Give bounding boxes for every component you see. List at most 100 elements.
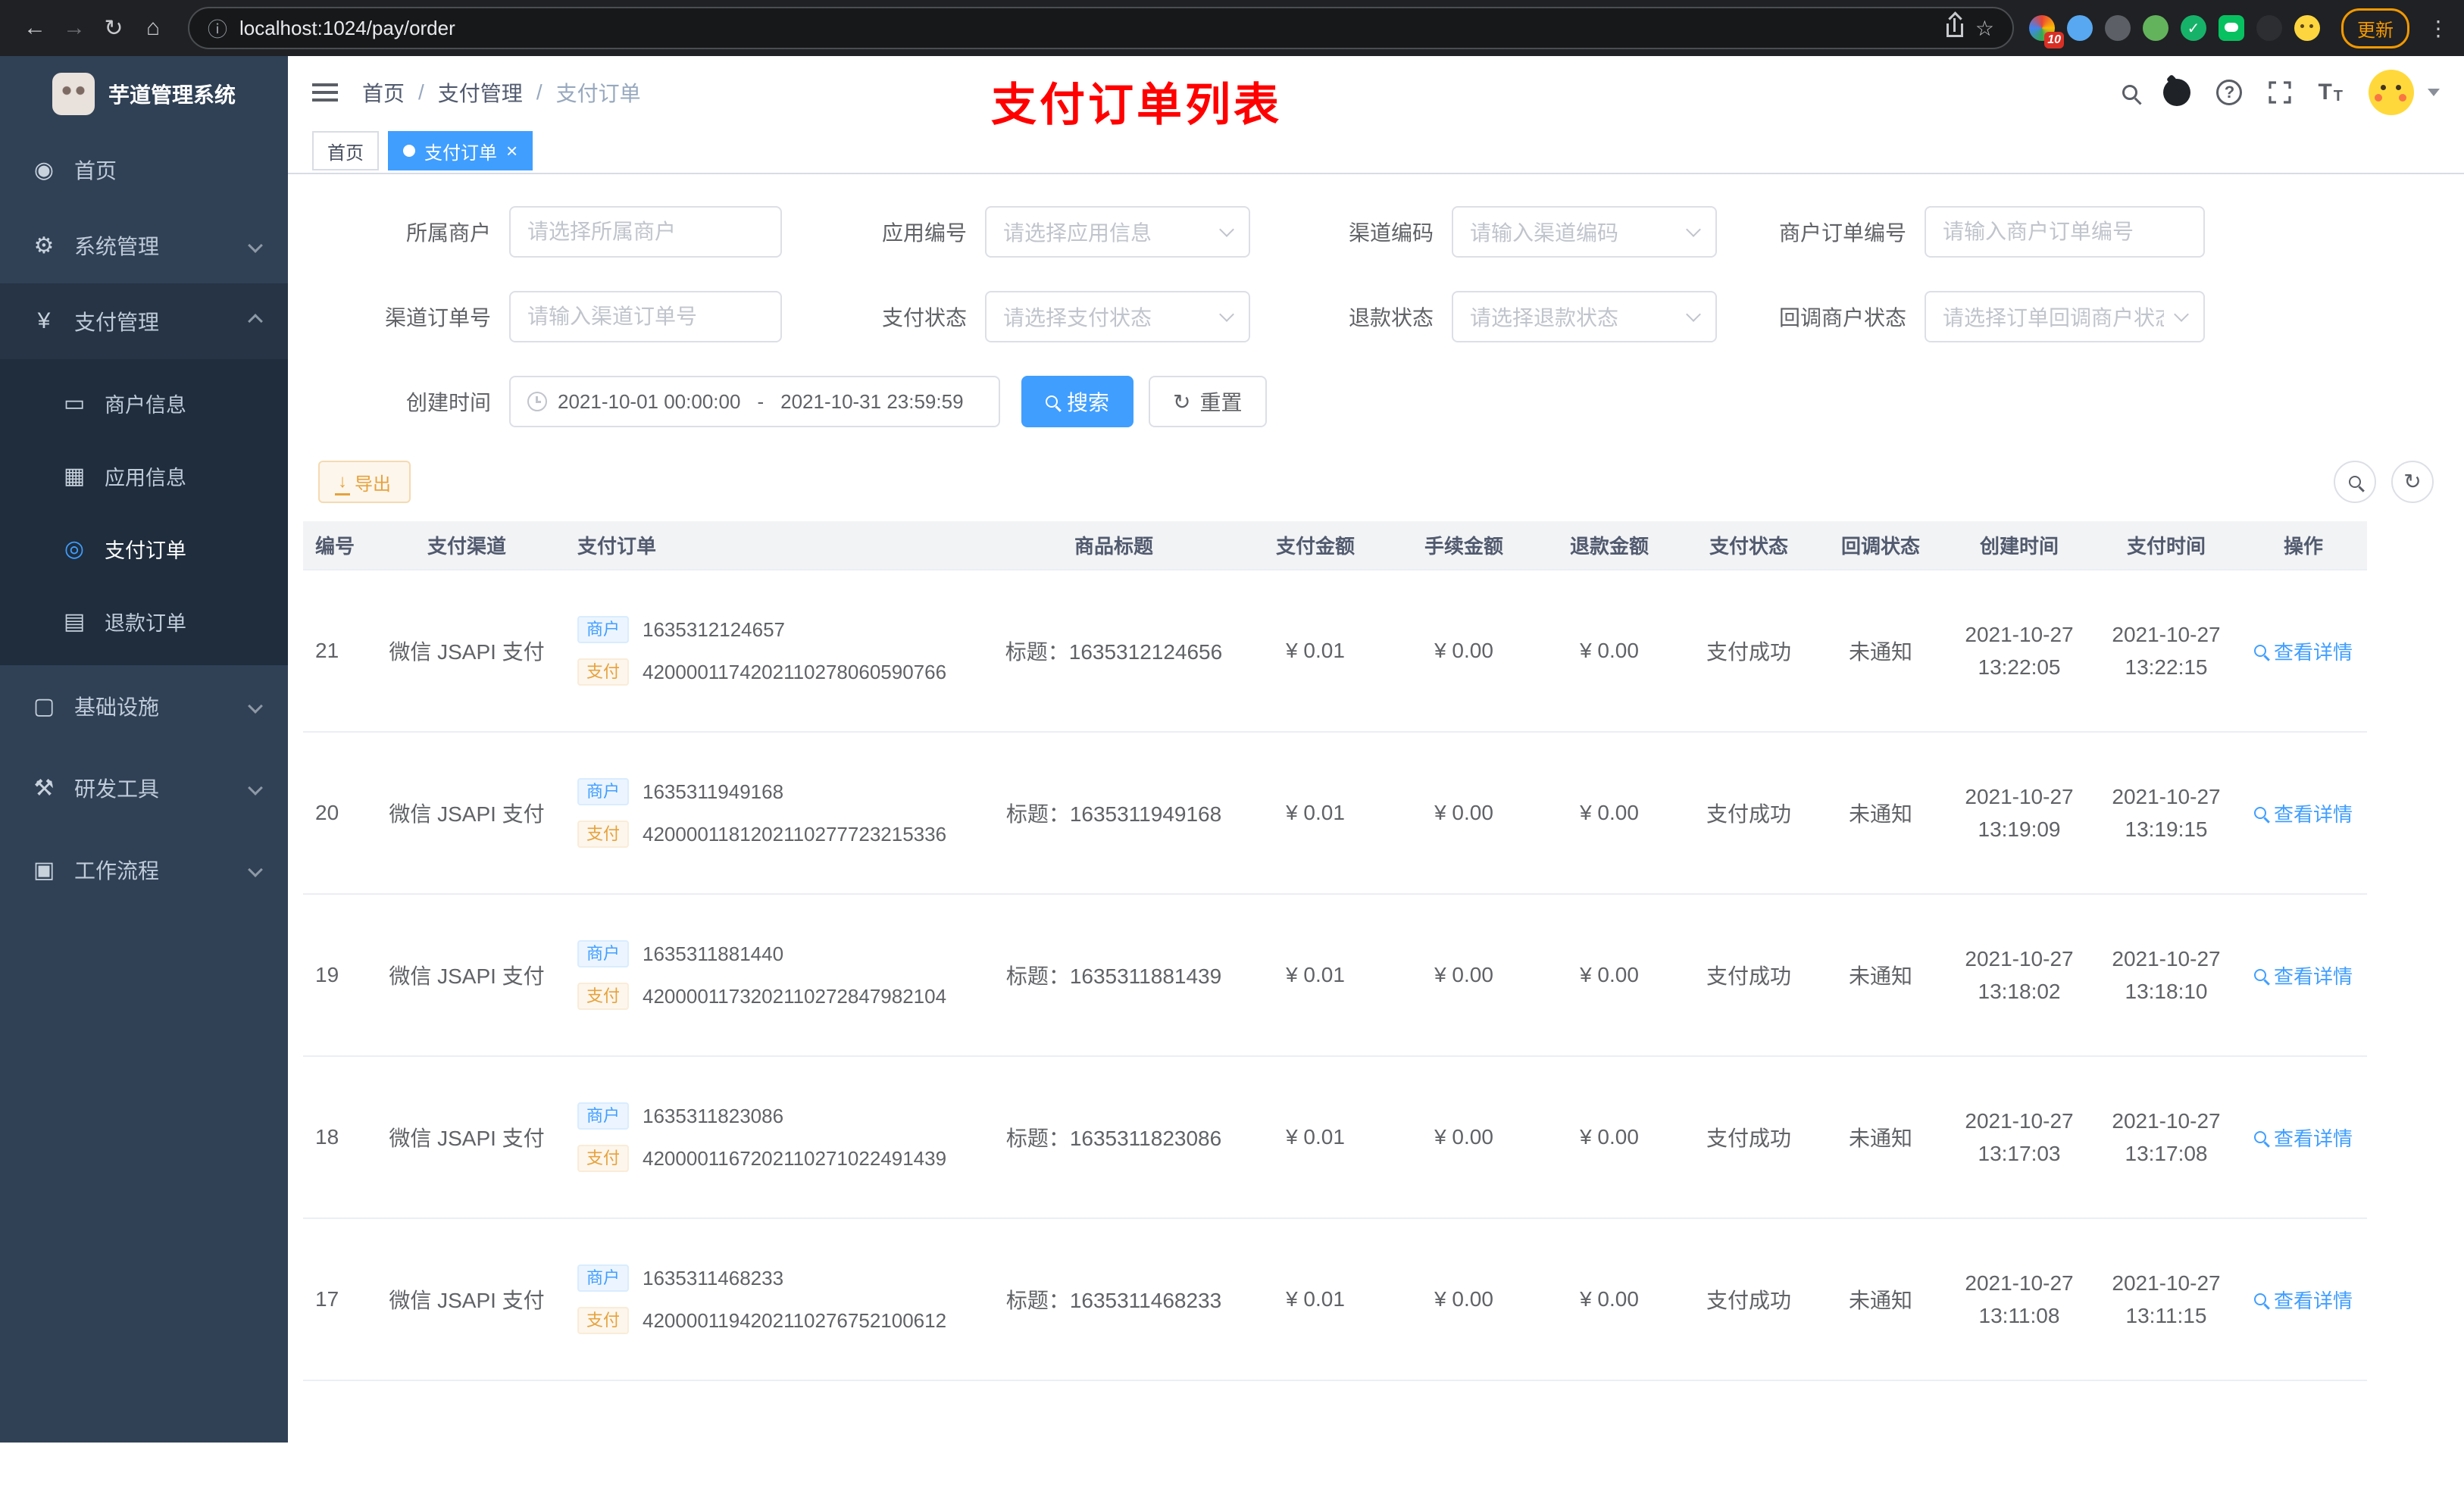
pay-order-cell: 商户 1635311823086 支付 4200001167202110271022… (552, 1056, 988, 1219)
browser-menu-icon[interactable]: ⋮ (2428, 16, 2449, 41)
sidebar-item-infra[interactable]: ▢ 基础设施 (0, 665, 288, 747)
channel-code-select[interactable]: 请输入渠道编码 (1452, 206, 1717, 258)
notify-status-select[interactable]: 请选择订单回调商户状态 (1925, 291, 2205, 342)
sidebar-item-label: 研发工具 (74, 777, 160, 801)
fee-amount: ¥ 0.00 (1391, 732, 1537, 895)
search-button[interactable]: 搜索 (1021, 376, 1134, 427)
bookmark-star-icon[interactable]: ☆ (1975, 16, 1994, 41)
pay-channel: 微信 JSAPI 支付 (382, 570, 552, 733)
github-icon[interactable] (2163, 79, 2191, 106)
sidebar-item-label: 退款订单 (105, 611, 186, 635)
sidebar-item-devtools[interactable]: ⚒ 研发工具 (0, 747, 288, 829)
order-id: 17 (303, 1218, 382, 1381)
sidebar-item-refund-order[interactable]: ▤ 退款订单 (0, 585, 288, 658)
breadcrumb-home[interactable]: 首页 (362, 77, 405, 108)
breadcrumb-parent[interactable]: 支付管理 (438, 77, 523, 108)
pay-channel: 微信 JSAPI 支付 (382, 732, 552, 895)
date-start[interactable]: 2021-10-01 00:00:00 (558, 390, 740, 414)
merchant-order-no: 1635311949168 (643, 780, 784, 803)
close-icon[interactable]: × (506, 141, 518, 161)
font-size-icon[interactable]: TT (2318, 81, 2343, 105)
pay-order-cell: 商户 1635311468233 支付 4200001194202110276752… (552, 1218, 988, 1381)
back-icon[interactable]: ← (15, 8, 55, 48)
hamburger-icon[interactable] (312, 83, 338, 102)
goods-title: 标题：1635312124656 (988, 570, 1240, 733)
view-detail-link[interactable]: 查看详情 (2253, 1286, 2353, 1314)
merchant-tag: 商户 (577, 616, 630, 643)
create-time-label: 创建时间 (405, 391, 491, 414)
fullscreen-icon[interactable] (2268, 80, 2292, 105)
channel-order-no-label: 渠道订单号 (384, 306, 491, 330)
date-end[interactable]: 2021-10-31 23:59:59 (780, 390, 963, 414)
refresh-table-button[interactable]: ↻ (2391, 461, 2434, 503)
notify-status-label: 回调商户状态 (1778, 306, 1906, 330)
pay-tag: 支付 (577, 983, 630, 1010)
view-detail-link[interactable]: 查看详情 (2253, 961, 2353, 989)
help-icon[interactable]: ? (2216, 80, 2243, 105)
refund-status-select[interactable]: 请选择退款状态 (1452, 291, 1717, 342)
sidebar-item-system[interactable]: ⚙ 系统管理 (0, 208, 288, 283)
owner-input[interactable] (509, 206, 782, 258)
merchant-tag: 商户 (577, 778, 630, 805)
view-detail-link[interactable]: 查看详情 (2253, 799, 2353, 827)
gear-icon: ⚙ (33, 233, 55, 258)
user-avatar[interactable] (2369, 70, 2414, 115)
extension-icon-dark[interactable] (2256, 15, 2282, 41)
tab-pay-order[interactable]: 支付订单 × (388, 131, 533, 170)
extension-icon-blue[interactable] (2067, 15, 2093, 41)
address-bar[interactable]: ⓘ localhost:1024/pay/order ☆ (188, 7, 2014, 49)
extension-icon-check[interactable]: ✓ (2181, 15, 2206, 41)
browser-update-button[interactable]: 更新 (2341, 8, 2409, 48)
share-icon[interactable] (1946, 18, 1963, 37)
channel-order-no-input[interactable] (509, 291, 782, 342)
create-time-range-picker[interactable]: 2021-10-01 00:00:00 - 2021-10-31 23:59:5… (509, 376, 1000, 427)
reload-icon[interactable]: ↻ (94, 8, 133, 48)
extension-icon-chat[interactable] (2219, 15, 2244, 41)
select-placeholder: 请选择订单回调商户状态 (1943, 306, 2164, 330)
merchant-tag: 商户 (577, 1102, 630, 1130)
refund-amount: ¥ 0.00 (1537, 1218, 1682, 1381)
search-icon (1046, 395, 1058, 408)
sidebar-item-app-info[interactable]: ▦ 应用信息 (0, 439, 288, 512)
app-no-select[interactable]: 请选择应用信息 (985, 206, 1250, 258)
tab-home[interactable]: 首页 (312, 131, 379, 170)
sidebar-item-merchant-info[interactable]: ▭ 商户信息 (0, 367, 288, 439)
fee-amount: ¥ 0.00 (1391, 1056, 1537, 1219)
export-button[interactable]: ↓ 导出 (318, 461, 411, 503)
order-id: 18 (303, 1056, 382, 1219)
sidebar-item-pay-order[interactable]: ◎ 支付订单 (0, 512, 288, 585)
export-button-label: 导出 (355, 474, 391, 495)
main-area: 首页 / 支付管理 / 支付订单 支付订单列表 ? TT 首页 支付订单 × 所… (288, 56, 2464, 1443)
search-icon[interactable] (2122, 85, 2138, 100)
pay-status-select[interactable]: 请选择支付状态 (985, 291, 1250, 342)
pay-order-cell: 商户 1635312124657 支付 4200001174202110278060… (552, 570, 988, 733)
home-icon[interactable]: ⌂ (133, 8, 173, 48)
sidebar-item-workflow[interactable]: ▣ 工作流程 (0, 829, 288, 911)
sidebar-item-pay[interactable]: ¥ 支付管理 (0, 283, 288, 359)
page-annotation: 支付订单列表 (991, 80, 1282, 130)
extension-icon-face[interactable] (2294, 15, 2320, 41)
url-text[interactable]: localhost:1024/pay/order (239, 17, 455, 40)
owner-label: 所属商户 (405, 221, 491, 245)
search-icon (2349, 476, 2361, 488)
sidebar-menu: ◉ 首页 ⚙ 系统管理 ¥ 支付管理 ▭ 商户信息 ▦ 应用信息 ◎ 支付订单 … (0, 132, 288, 911)
page-content: 所属商户 应用编号 请选择应用信息 渠道编码 请输入渠道编码 商户订单编号 (288, 174, 2464, 1443)
breadcrumb: 首页 / 支付管理 / 支付订单 (362, 77, 641, 108)
toggle-search-button[interactable] (2334, 461, 2376, 503)
caret-down-icon[interactable] (2428, 89, 2440, 96)
site-info-icon[interactable]: ⓘ (208, 14, 227, 42)
extension-icon-grey[interactable] (2105, 15, 2131, 41)
view-detail-link[interactable]: 查看详情 (2253, 1124, 2353, 1152)
col-fee: 手续金额 (1391, 521, 1537, 570)
sidebar-item-home[interactable]: ◉ 首页 (0, 132, 288, 208)
sidebar-item-label: 工作流程 (74, 859, 160, 883)
view-detail-link[interactable]: 查看详情 (2253, 637, 2353, 665)
extension-icon-colorful[interactable]: 10 (2029, 15, 2064, 48)
merchant-order-no-input[interactable] (1925, 206, 2205, 258)
reset-button[interactable]: ↻ 重置 (1149, 376, 1267, 427)
extension-icon-green[interactable] (2143, 15, 2169, 41)
top-navbar: 首页 / 支付管理 / 支付订单 支付订单列表 ? TT (288, 56, 2464, 130)
forward-icon[interactable]: → (55, 8, 94, 48)
pay-amount: ¥ 0.01 (1240, 1056, 1391, 1219)
pay-tag: 支付 (577, 658, 630, 686)
